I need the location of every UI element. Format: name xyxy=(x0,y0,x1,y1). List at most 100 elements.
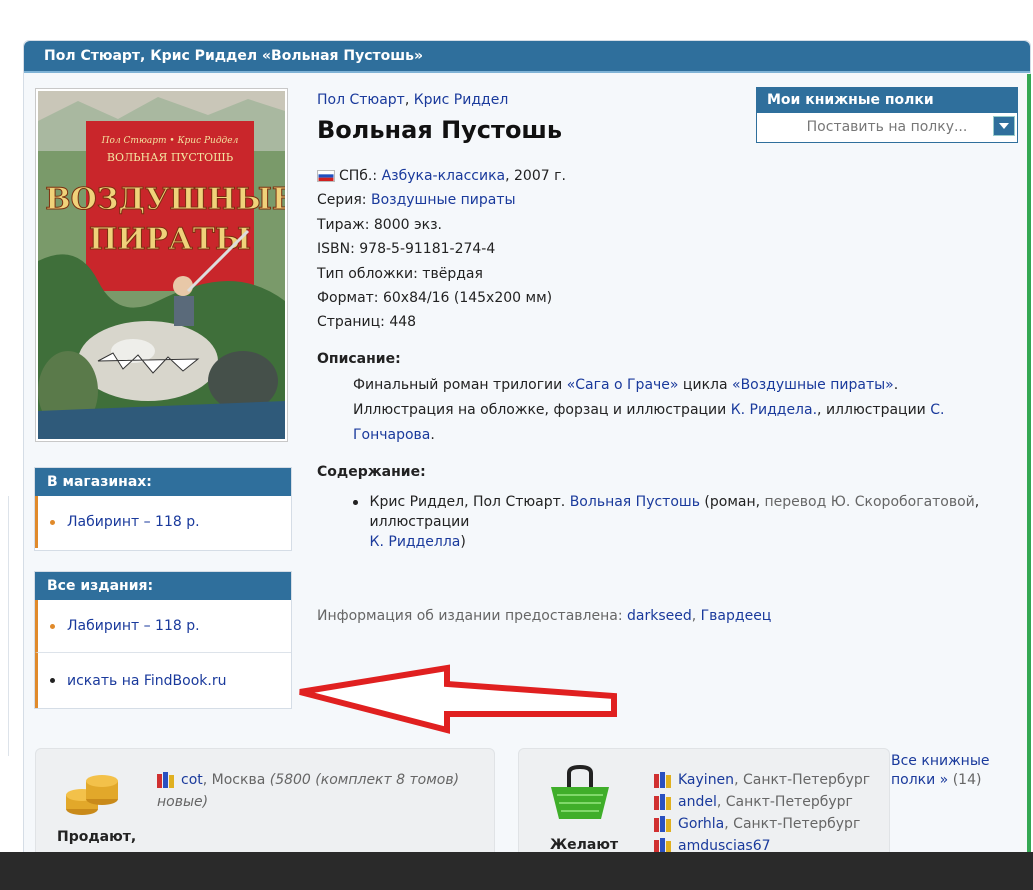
illustrator-link[interactable]: К. Ридделла xyxy=(370,534,461,550)
seller-user-link[interactable]: cot xyxy=(181,772,203,788)
all-editions-box: Все издания: Лабиринт – 118 р. искать на… xyxy=(34,571,292,709)
bullet-icon xyxy=(50,678,55,683)
wanter-city: , Санкт-Петербург xyxy=(724,816,861,832)
all-shelves-link[interactable]: Все книжные xyxy=(891,753,990,769)
page-count: Страниц: 448 xyxy=(317,314,417,331)
shop-link[interactable]: Лабиринт – 118 р. xyxy=(67,514,200,530)
russia-flag-icon xyxy=(317,170,335,182)
user-link[interactable]: Гвардеец xyxy=(701,608,772,624)
wanter-user-link[interactable]: andel xyxy=(678,794,717,810)
bullet-icon xyxy=(50,623,55,629)
publish-year: , 2007 г. xyxy=(505,168,566,184)
sellers-panel: Продают, cot, Москва (5800 (комплект 8 т… xyxy=(35,748,495,858)
description-line-1: Финальный роман трилогии «Сага о Граче» … xyxy=(317,373,1017,398)
contents-item: Крис Риддел, Пол Стюарт. Вольная Пустошь… xyxy=(353,492,1017,552)
my-shelves-heading: Мои книжные полки xyxy=(757,88,1017,113)
seller-city: , Москва xyxy=(202,772,270,788)
contents-heading: Содержание: xyxy=(317,463,426,480)
shelf-select-placeholder: Поставить на полку... xyxy=(806,119,968,135)
edition-link[interactable]: Лабиринт – 118 р. xyxy=(67,618,200,634)
dropdown-button[interactable] xyxy=(993,116,1015,136)
all-editions-heading: Все издания: xyxy=(35,572,291,600)
desc-text: , иллюстрации xyxy=(817,401,931,418)
wanters-panel: Желают Kayinen, Санкт-Петербург andel, С… xyxy=(518,748,890,858)
publisher-link[interactable]: Азбука-классика xyxy=(382,168,506,184)
wanter-row: Kayinen, Санкт-Петербург xyxy=(654,769,889,791)
bullet-icon xyxy=(50,519,55,525)
isbn: ISBN: 978-5-91181-274-4 xyxy=(317,241,496,258)
cover-authors: Пол Стюарт • Крис Риддел xyxy=(101,136,239,146)
wanter-row: Gorhla, Санкт-Петербург xyxy=(654,813,889,835)
series-link[interactable]: Воздушные пираты xyxy=(371,192,516,208)
provided-by-line: Информация об издании предоставлена: dar… xyxy=(317,608,1017,624)
print-run: Тираж: 8000 экз. xyxy=(317,216,443,233)
user-link[interactable]: darkseed xyxy=(627,608,692,624)
cover-big-title-1: ВОЗДУШНЫЕ xyxy=(45,182,285,217)
all-shelves-count: (14) xyxy=(948,772,982,788)
in-shops-box: В магазинах: Лабиринт – 118 р. xyxy=(34,467,292,551)
series-label: Серия: xyxy=(317,192,367,209)
desc-text: Финальный роман трилогии xyxy=(353,376,567,393)
coins-icon xyxy=(66,775,118,815)
illustrator-link[interactable]: К. Риддела. xyxy=(731,402,817,418)
series-row: Серия: Воздушные пираты xyxy=(317,188,1017,212)
shop-item-labirint[interactable]: Лабиринт – 118 р. xyxy=(35,496,291,548)
cover-small-title: ВОЛЬНАЯ ПУСТОШЬ xyxy=(107,151,234,164)
description-heading: Описание: xyxy=(317,350,401,367)
desc-text: цикла xyxy=(678,376,732,393)
findbook-link[interactable]: искать на FindBook.ru xyxy=(67,673,226,689)
wanter-user-link[interactable]: Kayinen xyxy=(678,772,734,788)
page-title: Пол Стюарт, Крис Риддел «Вольная Пустошь… xyxy=(24,41,1030,73)
work-link[interactable]: Вольная Пустошь xyxy=(570,494,700,510)
edition-item-labirint[interactable]: Лабиринт – 118 р. xyxy=(35,600,291,652)
contents-text: Крис Риддел, Пол Стюарт. xyxy=(369,493,570,510)
author-link[interactable]: Пол Стюарт xyxy=(317,92,405,108)
publisher-city: СПб.: xyxy=(339,168,378,184)
in-shops-heading: В магазинах: xyxy=(35,468,291,496)
desc-text: . xyxy=(430,426,435,443)
seller-row: cot, Москва (5800 (комплект 8 томов) новы… xyxy=(157,769,487,813)
contents-text: ) xyxy=(460,533,466,550)
cycle-link[interactable]: «Воздушные пираты» xyxy=(732,377,894,393)
books-icon xyxy=(654,772,671,788)
contents-text: (роман, xyxy=(699,493,765,510)
cover-type: Тип обложки: твёрдая xyxy=(317,265,483,282)
wanters-label: Желают xyxy=(550,837,619,853)
cover-illustration: Пол Стюарт • Крис Риддел ВОЛЬНАЯ ПУСТОШЬ… xyxy=(38,91,285,439)
description-line-2: Иллюстрация на обложке, форзац и иллюстр… xyxy=(317,398,1017,448)
my-shelves-widget: Мои книжные полки Поставить на полку... xyxy=(756,87,1018,143)
shelf-select[interactable]: Поставить на полку... xyxy=(757,113,1017,142)
book-format: Формат: 60x84/16 (145x200 мм) xyxy=(317,290,553,307)
author-separator: , xyxy=(404,92,414,108)
provided-label: Информация об издании предоставлена: xyxy=(317,607,627,624)
all-shelves-link-block: Все книжные полки » (14) xyxy=(891,752,1021,790)
wanter-city: , Санкт-Петербург xyxy=(716,794,853,810)
red-arrow-annotation xyxy=(299,664,617,734)
desc-text: . xyxy=(893,376,899,393)
publisher-row: СПб.: Азбука-классика, 2007 г. xyxy=(317,164,1017,188)
edition-item-findbook[interactable]: искать на FindBook.ru xyxy=(35,652,291,708)
cycle-link[interactable]: «Сага о Граче» xyxy=(567,377,679,393)
desc-text: Иллюстрация на обложке, форзац и иллюстр… xyxy=(353,401,731,418)
wanter-user-link[interactable]: Gorhla xyxy=(678,816,724,832)
shopping-basket-icon xyxy=(551,765,609,819)
book-cover-image[interactable]: Пол Стюарт • Крис Риддел ВОЛЬНАЯ ПУСТОШЬ… xyxy=(35,88,288,442)
book-info: Пол Стюарт, Крис Риддел Вольная Пустошь … xyxy=(317,92,1017,624)
translation-credit: перевод Ю. Скоробогатовой xyxy=(764,493,975,510)
wanters-list: Kayinen, Санкт-Петербург andel, Санкт-Пе… xyxy=(654,769,889,857)
author-link[interactable]: Крис Риддел xyxy=(414,92,509,108)
bullet-icon xyxy=(353,499,358,505)
books-icon xyxy=(654,794,671,810)
taskbar xyxy=(0,852,1033,890)
seller-note: новые) xyxy=(157,794,209,810)
chevron-down-icon xyxy=(999,123,1009,129)
books-icon xyxy=(654,816,671,832)
wanter-row: andel, Санкт-Петербург xyxy=(654,791,889,813)
seller-note: (5800 (комплект 8 томов) xyxy=(269,772,460,788)
left-edge-divider xyxy=(0,496,9,756)
books-icon xyxy=(157,772,174,788)
all-shelves-link[interactable]: полки » xyxy=(891,772,948,788)
green-side-bar xyxy=(1027,74,1031,874)
wanter-city: , Санкт-Петербург xyxy=(734,772,871,788)
sellers-label: Продают, xyxy=(57,829,137,845)
